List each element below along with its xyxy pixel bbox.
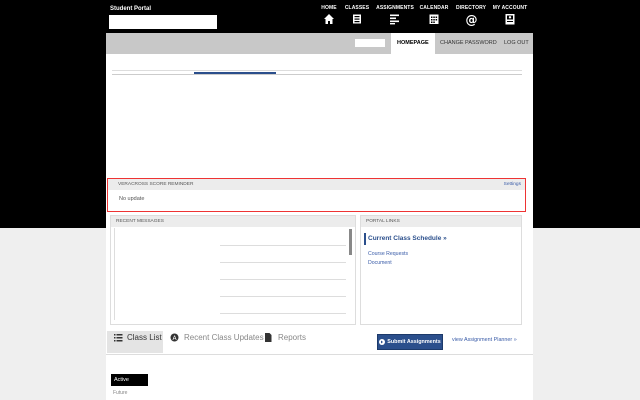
message-list-edge [114, 228, 115, 320]
score-reminder-panel: VERACROSS SCORE REMINDER Settings No upd… [107, 178, 526, 212]
list-icon [114, 334, 123, 342]
portal-links-panel: PORTAL LINKS [360, 215, 522, 325]
account-icon [505, 14, 515, 25]
report-icon [265, 333, 272, 342]
divider [106, 354, 533, 355]
nav-classes[interactable]: CLASSES [337, 5, 377, 25]
score-reminder-value: No update [119, 196, 145, 202]
message-row[interactable] [220, 262, 346, 263]
message-row[interactable] [220, 245, 346, 246]
tab-log-out[interactable]: LOG OUT [498, 33, 535, 54]
nav-my-account[interactable]: MY ACCOUNT [490, 5, 530, 25]
calendar-icon [429, 14, 439, 24]
divider [112, 70, 522, 71]
portal-title: Student Portal [110, 6, 152, 12]
tab-reports[interactable]: Reports [264, 333, 306, 342]
updates-icon: A [170, 333, 179, 342]
score-reminder-title: VERACROSS SCORE REMINDER [118, 182, 194, 187]
message-row[interactable] [220, 296, 346, 297]
assignment-planner-link[interactable]: view Assignment Planner » [452, 337, 517, 343]
link-accent-bar [364, 233, 366, 245]
assignments-icon [390, 14, 399, 25]
tab-spacer [355, 39, 385, 47]
document-link[interactable]: Document [368, 260, 392, 266]
tab-change-password[interactable]: CHANGE PASSWORD [434, 33, 503, 54]
tab-class-list[interactable]: Class List [114, 333, 162, 342]
recent-messages-title: RECENT MESSAGES [111, 216, 355, 227]
submit-assignments-button[interactable]: Submit Assignments [377, 334, 443, 350]
course-requests-link[interactable]: Course Requests [368, 251, 408, 257]
current-class-schedule-link[interactable]: Current Class Schedule » [368, 235, 447, 242]
svg-text:@: @ [465, 13, 477, 26]
nav-classes-label: CLASSES [344, 5, 370, 11]
nav-calendar-label: CALENDAR [419, 5, 449, 11]
tab-homepage[interactable]: HOMEPAGE [391, 33, 435, 54]
class-list-label: Class List [127, 333, 162, 342]
nav-directory[interactable]: DIRECTORY @ [451, 5, 491, 26]
settings-link[interactable]: Settings [504, 179, 521, 190]
nav-home-label: HOME [321, 5, 337, 11]
nav-directory-label: DIRECTORY [455, 5, 487, 11]
nav-assignments-label: ASSIGNMENTS [376, 5, 414, 11]
message-row[interactable] [220, 279, 346, 280]
portal-links-title: PORTAL LINKS [361, 216, 521, 227]
top-tab-strip: HOMEPAGE CHANGE PASSWORD LOG OUT [106, 33, 533, 54]
home-icon [324, 14, 334, 24]
divider [112, 74, 522, 75]
tab-recent-class-updates[interactable]: A Recent Class Updates [170, 333, 264, 342]
reports-label: Reports [278, 333, 307, 342]
submit-assignments-label: Submit Assignments [387, 339, 441, 345]
recent-messages-panel: RECENT MESSAGES [110, 215, 356, 325]
nav-calendar[interactable]: CALENDAR [414, 5, 454, 25]
classes-icon [353, 14, 361, 24]
portal-user-box [109, 15, 217, 29]
nav-assignments[interactable]: ASSIGNMENTS [375, 5, 415, 25]
active-classes-header[interactable]: Active [111, 374, 148, 386]
arrow-right-icon [379, 339, 386, 345]
messages-scrollbar[interactable] [349, 229, 352, 255]
score-reminder-header: VERACROSS SCORE REMINDER Settings [108, 179, 525, 190]
future-classes-header[interactable]: Future [113, 390, 127, 396]
at-icon: @ [465, 13, 477, 26]
nav-my-account-label: MY ACCOUNT [492, 5, 528, 11]
message-row[interactable] [220, 313, 346, 314]
recent-class-updates-label: Recent Class Updates [184, 333, 264, 342]
